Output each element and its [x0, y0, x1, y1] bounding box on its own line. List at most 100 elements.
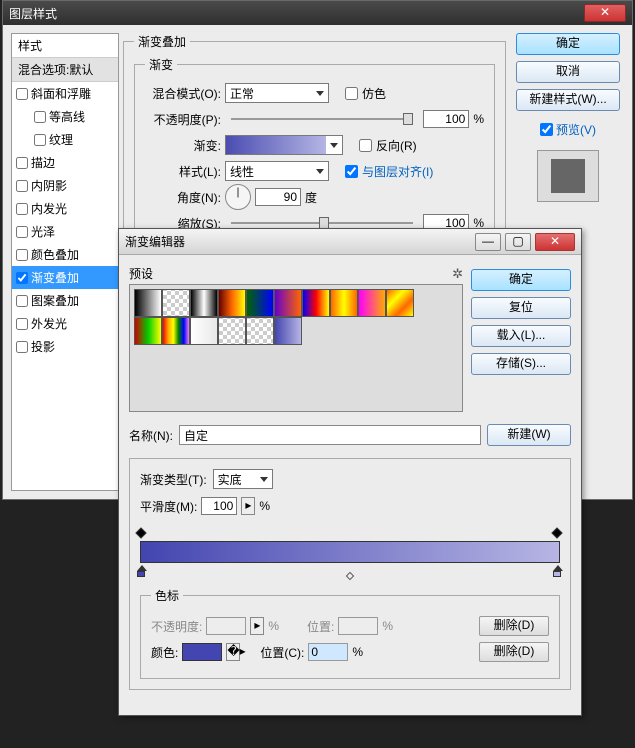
editor-ok-button[interactable]: 确定: [471, 269, 571, 291]
style-item-checkbox[interactable]: [16, 88, 28, 100]
style-item-checkbox[interactable]: [16, 157, 28, 169]
style-item-checkbox[interactable]: [16, 295, 28, 307]
editor-load-button[interactable]: 载入(L)...: [471, 325, 571, 347]
preset-swatch[interactable]: [386, 289, 414, 317]
stop-position-c-label: 位置(C):: [260, 644, 304, 661]
style-item-checkbox[interactable]: [16, 226, 28, 238]
color-stop-right[interactable]: [553, 565, 563, 577]
style-item[interactable]: 外发光: [12, 312, 118, 335]
align-checkbox[interactable]: [345, 165, 358, 178]
preset-swatch[interactable]: [246, 289, 274, 317]
stop-color-swatch[interactable]: [182, 643, 222, 661]
stop-position-c-input[interactable]: [308, 643, 348, 661]
style-item[interactable]: 斜面和浮雕: [12, 82, 118, 105]
preset-swatch[interactable]: [274, 317, 302, 345]
gradient-picker[interactable]: [225, 135, 343, 155]
style-item-checkbox[interactable]: [16, 203, 28, 215]
color-stop-left[interactable]: [137, 565, 147, 577]
styles-header[interactable]: 样式: [12, 34, 118, 58]
delete-color-stop-button[interactable]: 删除(D): [479, 642, 549, 662]
preset-swatch[interactable]: [162, 317, 190, 345]
presets-grid: [129, 284, 463, 412]
blend-options-default[interactable]: 混合选项:默认: [12, 58, 118, 82]
style-item-label: 内发光: [31, 200, 67, 217]
preset-swatch[interactable]: [190, 317, 218, 345]
style-item[interactable]: 纹理: [12, 128, 118, 151]
angle-dial[interactable]: [225, 184, 251, 210]
angle-input[interactable]: [255, 188, 301, 206]
smoothness-input[interactable]: [201, 497, 237, 515]
delete-opacity-stop-button[interactable]: 删除(D): [479, 616, 549, 636]
stop-color-picker-button[interactable]: �▸: [226, 643, 240, 661]
preset-swatch[interactable]: [274, 289, 302, 317]
style-item-checkbox[interactable]: [16, 272, 28, 284]
style-item-label: 图案叠加: [31, 292, 79, 309]
presets-gear-icon[interactable]: ✲: [452, 266, 463, 282]
style-item[interactable]: 颜色叠加: [12, 243, 118, 266]
opacity-input[interactable]: [423, 110, 469, 128]
preset-swatch[interactable]: [218, 289, 246, 317]
style-item-checkbox[interactable]: [16, 318, 28, 330]
preset-swatch[interactable]: [190, 289, 218, 317]
preset-swatch[interactable]: [330, 289, 358, 317]
reverse-label: 反向(R): [376, 137, 417, 154]
ok-button[interactable]: 确定: [516, 33, 620, 55]
minimize-button[interactable]: ―: [475, 233, 501, 251]
new-style-button[interactable]: 新建样式(W)...: [516, 89, 620, 111]
gradient-legend: 渐变: [145, 56, 177, 73]
maximize-button[interactable]: ▢: [505, 233, 531, 251]
midpoint-marker[interactable]: [346, 572, 354, 580]
preset-swatch[interactable]: [218, 317, 246, 345]
style-item-checkbox[interactable]: [16, 249, 28, 261]
scale-slider[interactable]: [231, 222, 413, 224]
main-close-button[interactable]: ✕: [584, 4, 626, 22]
preset-swatch[interactable]: [302, 289, 330, 317]
style-item-label: 颜色叠加: [31, 246, 79, 263]
preview-checkbox[interactable]: [540, 123, 553, 136]
editor-right-buttons: 确定 复位 载入(L)... 存储(S)...: [471, 269, 571, 412]
dither-checkbox[interactable]: [345, 87, 358, 100]
main-titlebar: 图层样式 ✕: [3, 1, 632, 25]
editor-new-button[interactable]: 新建(W): [487, 424, 571, 446]
style-item-label: 投影: [31, 338, 55, 355]
style-item-label: 纹理: [49, 131, 73, 148]
style-item-checkbox[interactable]: [16, 180, 28, 192]
style-item[interactable]: 图案叠加: [12, 289, 118, 312]
style-item[interactable]: 内发光: [12, 197, 118, 220]
preset-swatch[interactable]: [358, 289, 386, 317]
stop-opacity-label: 不透明度:: [151, 618, 202, 635]
editor-save-button[interactable]: 存储(S)...: [471, 353, 571, 375]
style-item[interactable]: 渐变叠加: [12, 266, 118, 289]
style-select[interactable]: 线性: [225, 161, 329, 181]
opacity-slider[interactable]: [231, 118, 413, 120]
preset-swatch[interactable]: [134, 317, 162, 345]
editor-reset-button[interactable]: 复位: [471, 297, 571, 319]
style-item[interactable]: 描边: [12, 151, 118, 174]
preset-swatch[interactable]: [134, 289, 162, 317]
editor-titlebar: 渐变编辑器 ― ▢ ✕: [119, 229, 581, 255]
stop-position-label: 位置:: [307, 618, 334, 635]
style-item[interactable]: 内阴影: [12, 174, 118, 197]
name-input[interactable]: [179, 425, 481, 445]
opacity-stop-right[interactable]: [553, 529, 563, 539]
reverse-checkbox[interactable]: [359, 139, 372, 152]
preset-swatch[interactable]: [162, 289, 190, 317]
blend-mode-select[interactable]: 正常: [225, 83, 329, 103]
style-label: 样式(L):: [145, 163, 221, 180]
smoothness-stepper[interactable]: ▸: [241, 497, 255, 515]
style-item[interactable]: 等高线: [12, 105, 118, 128]
style-item[interactable]: 投影: [12, 335, 118, 358]
style-item-checkbox[interactable]: [16, 341, 28, 353]
opacity-stop-left[interactable]: [137, 529, 147, 539]
gradient-label: 渐变:: [145, 137, 221, 154]
grad-type-select[interactable]: 实底: [213, 469, 273, 489]
editor-close-button[interactable]: ✕: [535, 233, 575, 251]
style-item-label: 内阴影: [31, 177, 67, 194]
main-title: 图层样式: [9, 5, 584, 22]
style-item[interactable]: 光泽: [12, 220, 118, 243]
style-item-checkbox[interactable]: [34, 134, 46, 146]
gradient-bar[interactable]: [140, 529, 560, 577]
cancel-button[interactable]: 取消: [516, 61, 620, 83]
style-item-checkbox[interactable]: [34, 111, 46, 123]
preset-swatch[interactable]: [246, 317, 274, 345]
